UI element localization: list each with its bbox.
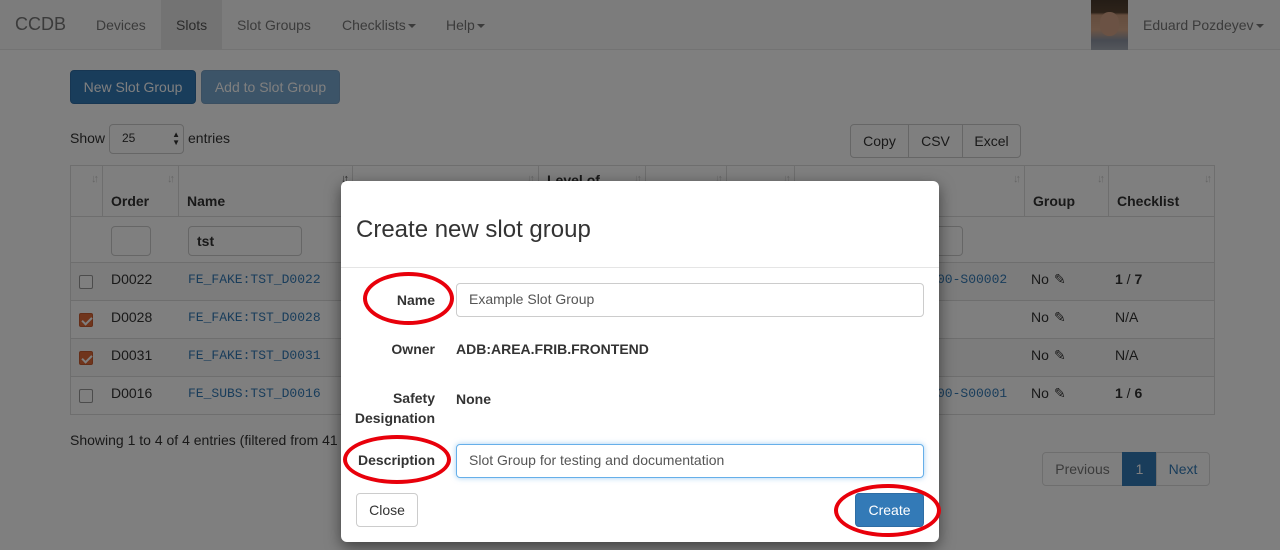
annotation-ring-create (834, 484, 941, 537)
safety-designation-label: Safety Designation (341, 388, 435, 428)
safety-designation-value: None (456, 391, 491, 407)
owner-label: Owner (391, 341, 435, 357)
close-button[interactable]: Close (356, 493, 418, 527)
owner-value: ADB:AREA.FRIB.FRONTEND (456, 341, 649, 357)
create-slot-group-modal: Create new slot group Name Example Slot … (341, 181, 941, 542)
annotation-ring-description (343, 435, 451, 484)
safety-label-line1: Safety (392, 390, 435, 406)
modal-header-divider (341, 267, 939, 268)
safety-label-line2: Designation (354, 410, 435, 426)
annotation-ring-name (363, 272, 454, 325)
modal-title: Create new slot group (356, 216, 591, 243)
description-input[interactable]: Slot Group for testing and documentation (456, 444, 924, 478)
name-input[interactable]: Example Slot Group (456, 283, 924, 317)
